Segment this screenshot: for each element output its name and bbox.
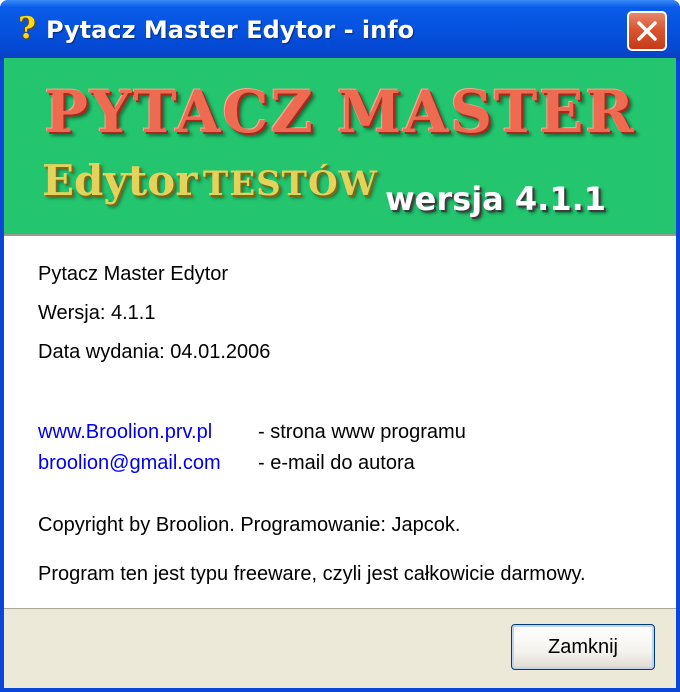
banner-title: PYTACZ MASTER (44, 78, 636, 146)
website-description: - strona www programu (258, 421, 466, 443)
banner-subtitle: Edytor TESTÓW (42, 156, 378, 205)
title-bar[interactable]: ? Pytacz Master Edytor - info (0, 0, 680, 60)
close-icon (637, 21, 657, 41)
program-name: Pytacz Master Edytor (38, 263, 229, 285)
close-dialog-button[interactable]: Zamknij (511, 624, 655, 670)
license-text: Program ten jest typu freeware, czyli je… (38, 563, 586, 585)
release-date-line: Data wydania: 04.01.2006 (38, 341, 271, 363)
email-link[interactable]: broolion@gmail.com (38, 451, 221, 475)
window-close-button[interactable] (627, 11, 667, 51)
dialog-body: PYTACZ MASTER Edytor TESTÓW wersja 4.1.1… (4, 58, 676, 688)
info-panel: Pytacz Master Edytor Wersja: 4.1.1 Data … (4, 236, 676, 609)
header-banner: PYTACZ MASTER Edytor TESTÓW wersja 4.1.1 (4, 58, 676, 236)
button-bar: Zamknij (4, 609, 676, 688)
banner-subtitle-small: TESTÓW (202, 164, 378, 204)
website-link[interactable]: www.Broolion.prv.pl (38, 420, 212, 444)
copyright-text: Copyright by Broolion. Programowanie: Ja… (38, 514, 461, 536)
question-mark-icon: ? (18, 11, 36, 46)
about-dialog: ? Pytacz Master Edytor - info PYTACZ MAS… (0, 0, 680, 692)
window-title: Pytacz Master Edytor - info (46, 16, 415, 44)
version-line: Wersja: 4.1.1 (38, 302, 156, 324)
banner-subtitle-big: Edytor (42, 156, 198, 205)
banner-version: wersja 4.1.1 (385, 180, 606, 218)
email-description: - e-mail do autora (258, 452, 415, 474)
